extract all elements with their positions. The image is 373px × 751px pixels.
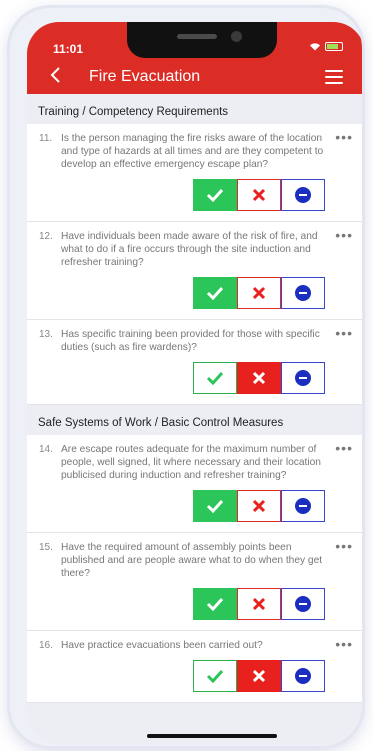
question-text: Is the person managing the fire risks aw… xyxy=(61,133,324,170)
cross-icon xyxy=(252,499,266,513)
not-applicable-button[interactable] xyxy=(281,277,325,309)
yes-button[interactable] xyxy=(193,490,237,522)
more-options-icon[interactable]: ••• xyxy=(335,440,353,456)
not-applicable-button[interactable] xyxy=(281,362,325,394)
question-item: ••• 12. Have individuals been made aware… xyxy=(27,222,362,320)
answer-buttons xyxy=(27,482,362,532)
answer-buttons xyxy=(27,580,362,630)
back-chevron-icon[interactable] xyxy=(49,66,63,88)
question-item: ••• 15. Have the required amount of asse… xyxy=(27,533,362,631)
check-icon xyxy=(206,286,224,300)
page-title: Fire Evacuation xyxy=(89,68,201,85)
question-text: Are escape routes adequate for the maxim… xyxy=(61,444,321,481)
cross-icon xyxy=(252,597,266,611)
question-number: 14. xyxy=(39,444,53,455)
minus-circle-icon xyxy=(295,668,311,684)
status-time: 11:01 xyxy=(53,42,84,56)
check-icon xyxy=(206,597,224,611)
screen: 11:01 Fire Evacuation Training / Compete… xyxy=(27,22,362,744)
check-icon xyxy=(206,371,224,385)
question-text: Has specific training been provided for … xyxy=(61,329,320,353)
yes-button[interactable] xyxy=(193,660,237,692)
question-item: ••• 16. Have practice evacuations been c… xyxy=(27,631,362,703)
section-title: Safe Systems of Work / Basic Control Mea… xyxy=(27,405,362,435)
answer-buttons xyxy=(27,269,362,319)
minus-circle-icon xyxy=(295,596,311,612)
no-button[interactable] xyxy=(237,490,281,522)
question-number: 16. xyxy=(39,640,53,651)
yes-button[interactable] xyxy=(193,362,237,394)
question-number: 13. xyxy=(39,329,53,340)
check-icon xyxy=(206,188,224,202)
question-number: 12. xyxy=(39,231,53,242)
cross-icon xyxy=(252,669,266,683)
question-text: Have individuals been made aware of the … xyxy=(61,231,318,268)
more-options-icon[interactable]: ••• xyxy=(335,227,353,243)
app-header: 11:01 Fire Evacuation xyxy=(27,22,362,94)
hamburger-menu-icon[interactable] xyxy=(325,70,343,84)
no-button[interactable] xyxy=(237,277,281,309)
answer-buttons xyxy=(27,652,362,702)
yes-button[interactable] xyxy=(193,277,237,309)
not-applicable-button[interactable] xyxy=(281,490,325,522)
yes-button[interactable] xyxy=(193,588,237,620)
more-options-icon[interactable]: ••• xyxy=(335,538,353,554)
more-options-icon[interactable]: ••• xyxy=(335,325,353,341)
not-applicable-button[interactable] xyxy=(281,179,325,211)
wifi-icon xyxy=(310,43,320,51)
question-text: Have practice evacuations been carried o… xyxy=(61,640,263,651)
question-number: 15. xyxy=(39,542,53,553)
not-applicable-button[interactable] xyxy=(281,588,325,620)
question-text: Have the required amount of assembly poi… xyxy=(61,542,323,579)
question-number: 11. xyxy=(39,133,53,144)
answer-buttons xyxy=(27,354,362,404)
no-button[interactable] xyxy=(237,588,281,620)
cross-icon xyxy=(252,188,266,202)
question-item: ••• 14. Are escape routes adequate for t… xyxy=(27,435,362,533)
question-item: ••• 11. Is the person managing the fire … xyxy=(27,124,362,222)
no-button[interactable] xyxy=(237,179,281,211)
minus-circle-icon xyxy=(295,187,311,203)
status-icons xyxy=(309,42,343,51)
cross-icon xyxy=(252,286,266,300)
battery-icon xyxy=(325,42,343,51)
notch xyxy=(127,22,277,58)
section-title: Training / Competency Requirements xyxy=(27,94,362,124)
no-button[interactable] xyxy=(237,660,281,692)
cross-icon xyxy=(252,371,266,385)
home-indicator[interactable] xyxy=(147,734,277,738)
minus-circle-icon xyxy=(295,285,311,301)
checklist-content: Training / Competency Requirements ••• 1… xyxy=(27,94,362,744)
not-applicable-button[interactable] xyxy=(281,660,325,692)
check-icon xyxy=(206,499,224,513)
answer-buttons xyxy=(27,171,362,221)
no-button[interactable] xyxy=(237,362,281,394)
question-item: ••• 13. Has specific training been provi… xyxy=(27,320,362,405)
camera xyxy=(231,31,242,42)
speaker xyxy=(177,34,217,39)
yes-button[interactable] xyxy=(193,179,237,211)
more-options-icon[interactable]: ••• xyxy=(335,129,353,145)
minus-circle-icon xyxy=(295,370,311,386)
minus-circle-icon xyxy=(295,498,311,514)
more-options-icon[interactable]: ••• xyxy=(335,636,353,652)
check-icon xyxy=(206,669,224,683)
phone-frame: 11:01 Fire Evacuation Training / Compete… xyxy=(10,8,362,746)
